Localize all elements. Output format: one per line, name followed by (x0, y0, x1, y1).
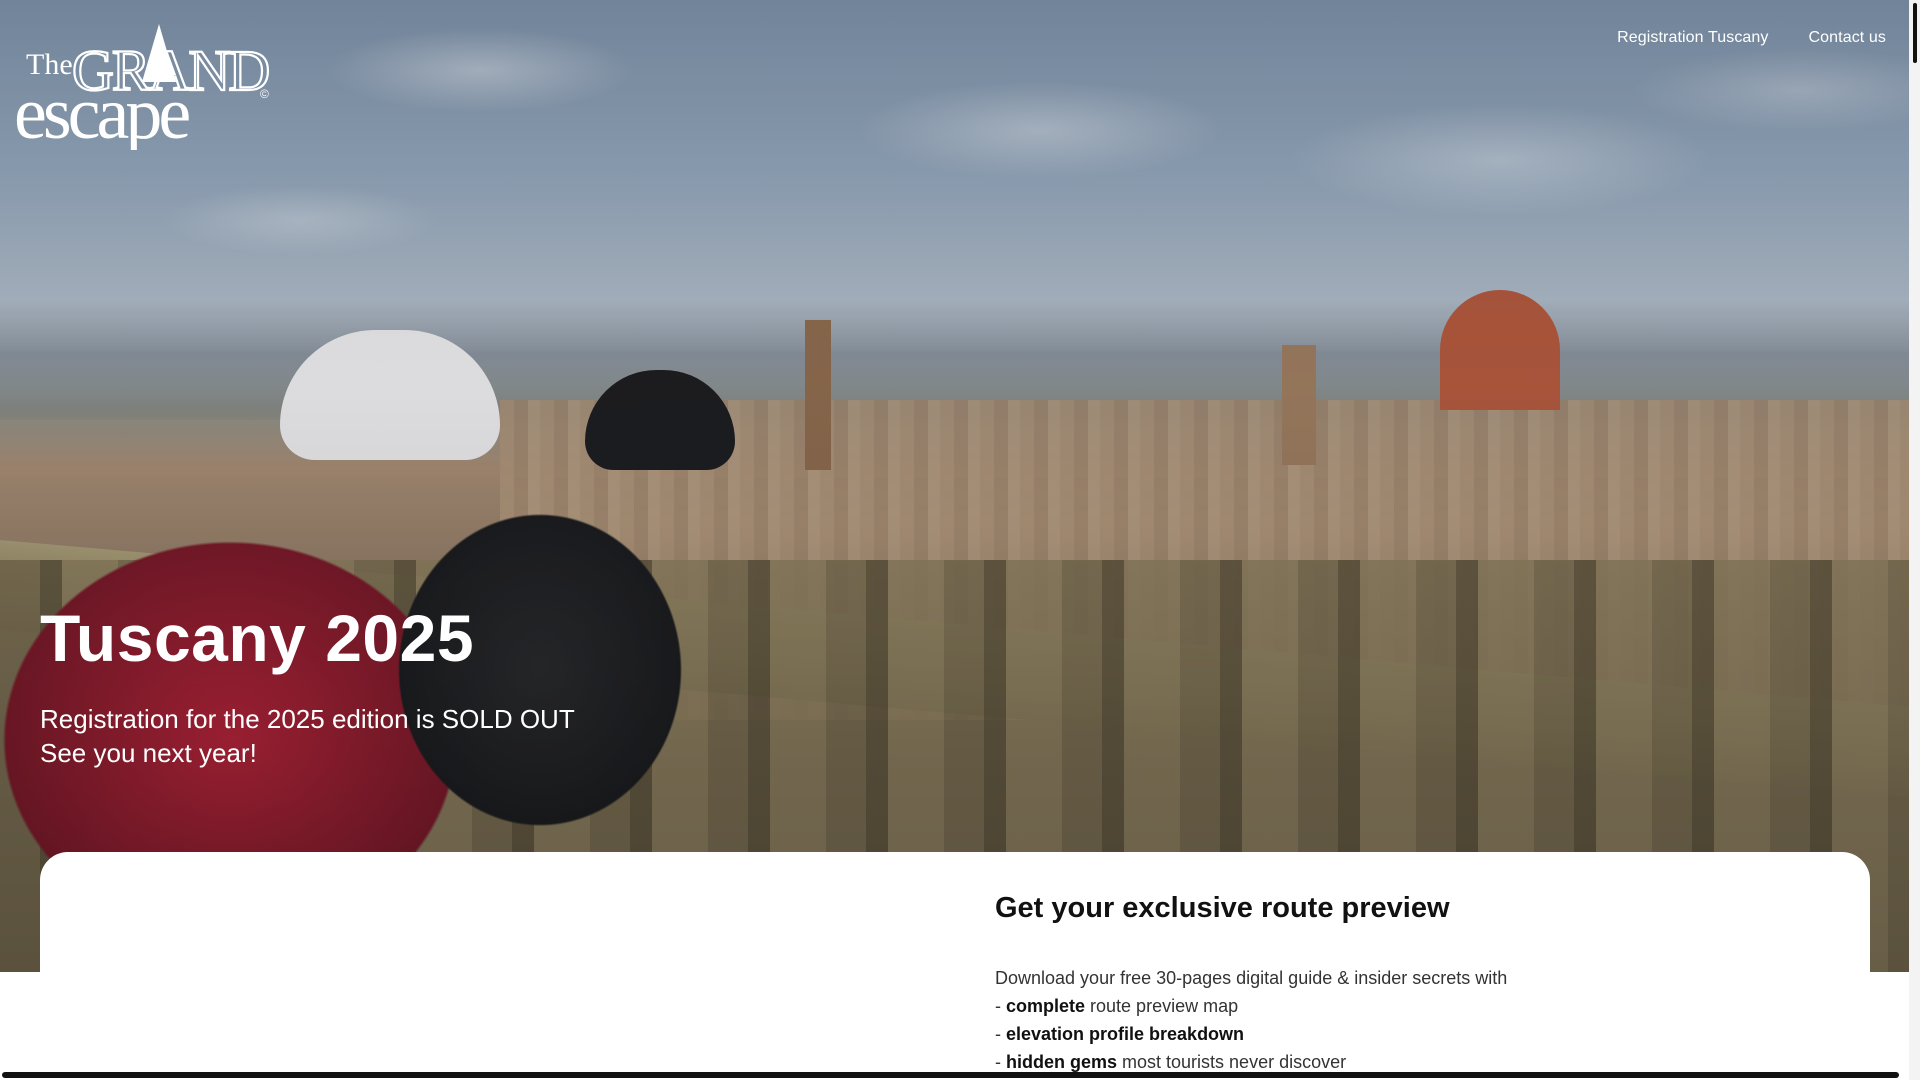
nav-contact-us[interactable]: Contact us (1809, 29, 1886, 47)
logo-escape: escape (14, 73, 189, 150)
list-item: - elevation profile breakdown (995, 1020, 1507, 1048)
sold-out-text: Registration for the 2025 edition is SOL… (40, 704, 575, 734)
vertical-scrollbar[interactable] (1909, 0, 1920, 1080)
list-item: - complete route preview map (995, 992, 1507, 1020)
scrollbar-thumb[interactable] (1913, 3, 1917, 63)
hero-overlay (0, 0, 1909, 972)
route-preview-body: Download your free 30-pages digital guid… (995, 964, 1507, 1076)
page: The GRAND escape © Registration Tuscany … (0, 0, 1920, 1080)
list-item-text: most tourists never discover (1117, 1052, 1347, 1072)
list-item-bold: hidden gems (1006, 1052, 1118, 1072)
grand-escape-logo-icon: The GRAND escape © (14, 24, 271, 155)
top-nav: Registration Tuscany Contact us (1617, 29, 1886, 47)
hero-subtitle: Registration for the 2025 edition is SOL… (40, 702, 575, 770)
list-item-dash: - (995, 996, 1006, 1016)
nav-registration-tuscany[interactable]: Registration Tuscany (1617, 29, 1768, 47)
see-you-text: See you next year! (40, 738, 257, 768)
brand-logo[interactable]: The GRAND escape © (14, 22, 276, 155)
route-preview-card: Get your exclusive route preview Downloa… (40, 852, 1870, 1080)
list-item-dash: - (995, 1024, 1006, 1044)
hero-title: Tuscany 2025 (40, 601, 475, 675)
hero-image (0, 0, 1909, 972)
logo-copyright: © (260, 87, 269, 101)
list-item-bold: elevation profile breakdown (1006, 1024, 1245, 1044)
horizontal-scrollbar[interactable] (2, 1072, 1899, 1078)
route-preview-title: Get your exclusive route preview (995, 892, 1450, 924)
list-item-dash: - (995, 1052, 1006, 1072)
route-preview-intro: Download your free 30-pages digital guid… (995, 968, 1508, 988)
list-item-text: route preview map (1085, 996, 1239, 1016)
list-item-bold: complete (1006, 996, 1086, 1016)
